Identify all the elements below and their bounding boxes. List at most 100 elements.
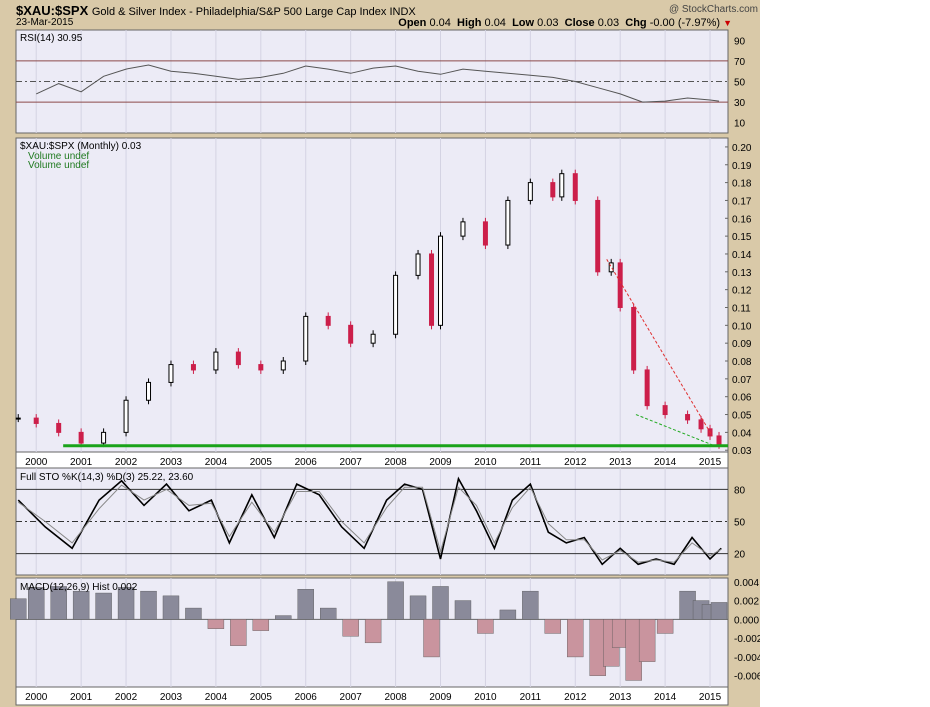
candle-body	[617, 262, 623, 308]
candle-body	[716, 435, 722, 446]
price-tick-label: 0.17	[732, 196, 752, 207]
macd-histogram-bar	[297, 589, 314, 620]
x-tick-label-top: 2004	[205, 457, 228, 468]
candle-body	[685, 414, 691, 421]
rsi-tick-label: 50	[734, 78, 746, 89]
candle-body	[415, 253, 421, 276]
price-tick-label: 0.16	[732, 214, 752, 225]
macd-tick-label: -0.002	[734, 634, 760, 645]
candle-body	[438, 235, 444, 326]
price-tick-label: 0.07	[732, 375, 752, 386]
x-tick-label-top: 2003	[160, 457, 183, 468]
macd-histogram-bar	[454, 600, 472, 620]
macd-histogram-bar	[252, 619, 270, 631]
price-tick-label: 0.19	[732, 161, 752, 172]
macd-histogram-bar	[656, 619, 674, 634]
x-tick-label-top: 2009	[429, 457, 452, 468]
price-tick-label: 0.08	[732, 357, 752, 368]
x-tick-label-bottom: 2009	[429, 692, 452, 703]
x-tick-label-top: 2011	[520, 457, 542, 468]
price-tick-label: 0.11	[732, 303, 751, 314]
macd-histogram-bar	[342, 619, 359, 637]
x-tick-label-bottom: 2006	[295, 692, 318, 703]
candle-body	[595, 199, 601, 273]
x-tick-label-bottom: 2010	[474, 692, 497, 703]
candle-body	[303, 315, 309, 362]
x-tick-label-top: 2007	[340, 457, 363, 468]
candle-body	[429, 253, 435, 326]
sto-tick-label: 50	[734, 518, 746, 529]
x-tick-label-bottom: 2013	[609, 692, 632, 703]
macd-histogram-bar	[522, 590, 539, 620]
candle-body	[460, 221, 466, 237]
x-tick-label-bottom: 2003	[160, 692, 183, 703]
price-tick-label: 0.14	[732, 250, 752, 261]
candle-body	[559, 173, 565, 198]
x-tick-label-top: 2014	[654, 457, 677, 468]
candle-body	[572, 173, 578, 201]
chart-canvas: 2000 2000 2001 2001 2002 2002 2003 2003 2004 2004…	[10, 29, 760, 706]
sto-tick-label: 20	[734, 550, 746, 561]
price-tick-label: 0.15	[732, 232, 752, 243]
candle-body	[101, 431, 107, 444]
x-tick-label-bottom: 2007	[340, 692, 363, 703]
macd-tick-label: -0.004	[734, 653, 760, 664]
price-tick-label: 0.05	[732, 411, 752, 422]
x-tick-label-bottom: 2004	[205, 692, 228, 703]
candle-body	[698, 419, 704, 430]
x-tick-label-bottom: 2005	[250, 692, 273, 703]
candle-body	[370, 333, 376, 344]
x-tick-label-bottom: 2012	[564, 692, 587, 703]
x-tick-label-top: 2012	[564, 457, 587, 468]
candle-body	[235, 351, 241, 366]
candle-body	[393, 274, 399, 335]
x-tick-label-top: 2005	[250, 457, 273, 468]
price-tick-label: 0.03	[732, 446, 752, 457]
volume-label: Volume undef	[28, 160, 89, 171]
macd-histogram-bar	[320, 607, 337, 620]
price-tick-label: 0.18	[732, 179, 752, 190]
macd-tick-label: 0.000	[734, 615, 759, 626]
macd-histogram-bar	[10, 598, 27, 620]
price-tick-label: 0.10	[732, 321, 752, 332]
macd-label: MACD(12,26,9) Hist 0.002	[20, 582, 138, 593]
x-tick-label-bottom: 2001	[70, 692, 93, 703]
price-tick-label: 0.13	[732, 268, 752, 279]
x-tick-label-bottom: 2014	[654, 692, 677, 703]
x-tick-label-top: 2000	[25, 457, 48, 468]
rsi-tick-label: 90	[734, 36, 746, 47]
candle-body	[280, 360, 286, 371]
macd-histogram-bar	[162, 595, 180, 620]
candle-body	[123, 399, 129, 433]
macd-histogram-bar	[432, 586, 449, 620]
macd-histogram-bar	[72, 590, 90, 620]
price-tick-label: 0.20	[732, 143, 752, 154]
rsi-label: RSI(14) 30.95	[20, 33, 83, 44]
macd-histogram-bar	[95, 592, 112, 620]
macd-histogram-bar	[544, 619, 562, 634]
macd-histogram-bar	[638, 619, 656, 662]
candle-body	[33, 417, 39, 424]
candle-body	[213, 351, 219, 371]
x-tick-label-bottom: 2000	[25, 692, 48, 703]
macd-histogram-bar	[710, 602, 728, 620]
candle-body	[482, 221, 488, 246]
candle-body	[527, 182, 533, 201]
rsi-tick-label: 70	[734, 57, 746, 68]
price-tick-label: 0.06	[732, 393, 752, 404]
candle-body	[168, 364, 174, 383]
macd-histogram-bar	[387, 581, 404, 620]
candle-body	[505, 199, 511, 246]
rsi-tick-label: 30	[734, 98, 746, 109]
candle-body	[15, 417, 21, 420]
candle-body	[146, 381, 152, 401]
macd-histogram-bar	[185, 607, 202, 620]
rsi-tick-label: 10	[734, 119, 746, 130]
macd-histogram-bar	[423, 619, 440, 658]
x-tick-label-top: 2013	[609, 457, 632, 468]
candle-body	[550, 182, 556, 198]
macd-tick-label: 0.002	[734, 597, 759, 608]
macd-histogram-bar	[364, 619, 382, 644]
x-tick-label-top: 2006	[295, 457, 318, 468]
macd-histogram-bar	[230, 619, 247, 646]
